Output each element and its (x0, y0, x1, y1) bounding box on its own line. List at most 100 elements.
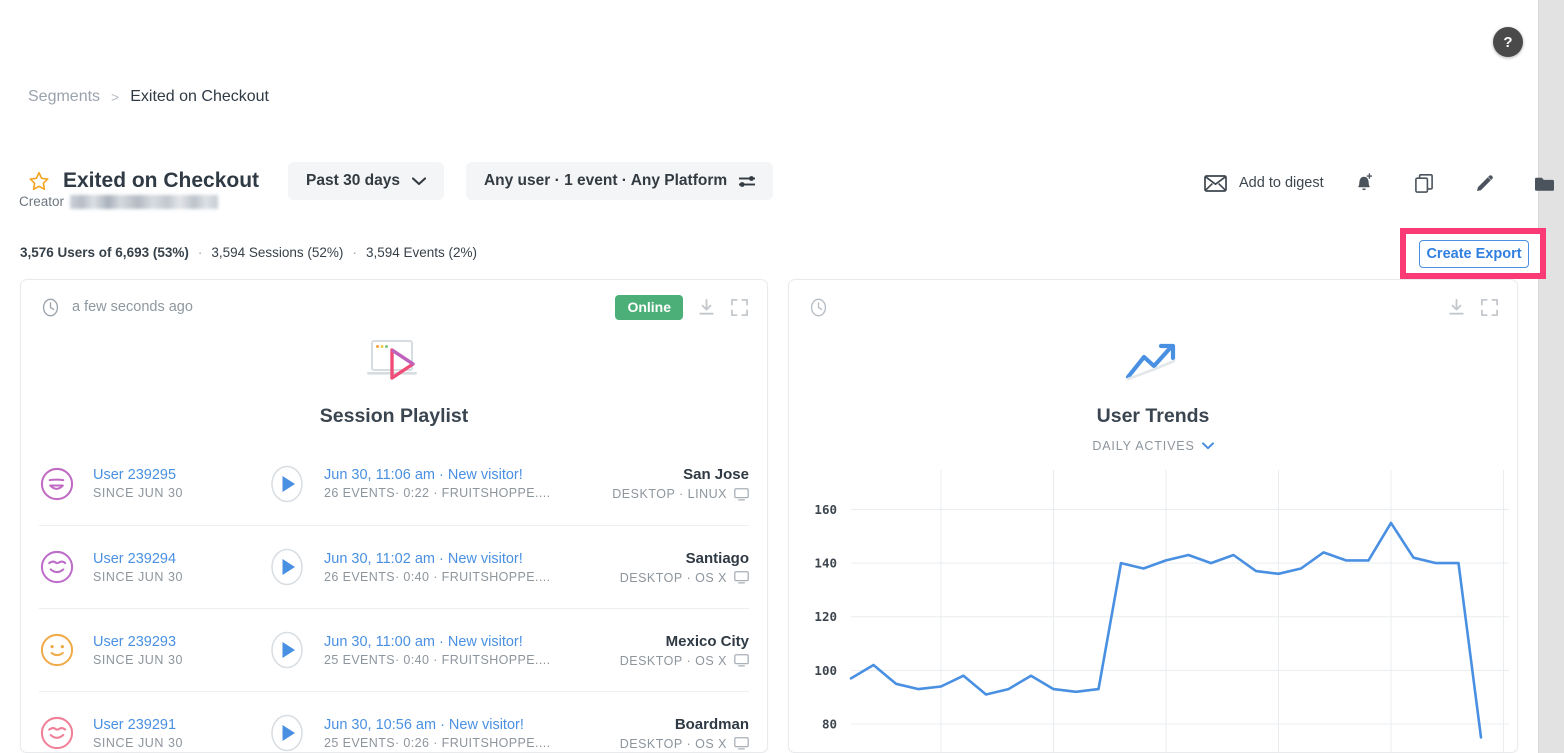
smiley-grin-avatar (40, 467, 74, 500)
stat-events: 3,594 Events (2%) (365, 245, 477, 260)
session-device: DESKTOP · OS X (620, 654, 749, 668)
pencil-icon (1476, 175, 1493, 191)
trends-panel-header (789, 280, 1517, 334)
fullscreen-icon[interactable] (730, 298, 749, 317)
stat-users: 3,576 Users of 6,693 (53%) (20, 245, 189, 260)
filter-label: Any user · 1 event · Any Platform (483, 172, 728, 189)
breadcrumb-separator-icon: > (111, 89, 120, 105)
session-user-since: SINCE JUN 30 (93, 569, 183, 584)
monitor-icon (734, 487, 749, 501)
session-user[interactable]: User 239295 SINCE JUN 30 (93, 467, 268, 500)
download-icon[interactable] (697, 298, 716, 317)
stat-separator-1: · (197, 245, 203, 260)
duplicate-button[interactable] (1406, 170, 1444, 196)
session-user[interactable]: User 239294 SINCE JUN 30 (93, 551, 268, 584)
date-range-label: Past 30 days (306, 172, 400, 189)
session-location: San Jose DESKTOP · LINUX (604, 466, 749, 501)
playlist-last-updated: a few seconds ago (72, 299, 193, 315)
session-list: User 239295 SINCE JUN 30 Jun 30, 11:06 am … (21, 442, 767, 752)
session-row[interactable]: User 239293 SINCE JUN 30 Jun 30, 11:00 am … (39, 608, 749, 691)
help-button[interactable]: ? (1493, 27, 1523, 57)
session-user-name[interactable]: User 239295 (93, 467, 268, 483)
download-icon[interactable] (1447, 298, 1466, 317)
bell-plus-icon (1358, 173, 1373, 191)
stat-separator-2: · (352, 245, 357, 260)
session-device-label: DESKTOP · OS X (619, 736, 727, 751)
clock-icon (42, 298, 59, 316)
trends-title: User Trends (1096, 405, 1210, 427)
session-meta: 25 EVENTS· 0:26 · FRUITSHOPPE.... (324, 735, 551, 750)
session-city: Santiago (685, 549, 749, 567)
session-row[interactable]: User 239295 SINCE JUN 30 Jun 30, 11:06 am … (39, 442, 749, 525)
play-icon[interactable] (268, 548, 306, 586)
session-city: San Jose (683, 466, 749, 483)
vertical-scrollbar[interactable] (1538, 0, 1564, 753)
smiley-neutral-avatar (40, 633, 74, 667)
star-outline-icon[interactable] (28, 170, 50, 192)
create-alert-button[interactable] (1346, 170, 1384, 196)
trend-up-icon (789, 336, 1517, 388)
breadcrumb-segments[interactable]: Segments (28, 88, 100, 106)
playlist-header-actions: Online (615, 280, 749, 334)
trends-hero: User Trends DAILY ACTIVES (789, 336, 1517, 453)
session-user-name[interactable]: User 239291 (93, 717, 268, 733)
add-to-digest-button[interactable]: Add to digest (1204, 174, 1324, 192)
y-axis-tick-label: 80 (822, 717, 837, 732)
filter-selector[interactable]: Any user · 1 event · Any Platform (465, 162, 774, 200)
session-meta: 26 EVENTS· 0:40 · FRUITSHOPPE.... (324, 569, 551, 584)
session-timestamp[interactable]: Jun 30, 10:56 am · New visitor! (324, 717, 612, 733)
chevron-down-icon (411, 176, 426, 185)
session-location: Boardman DESKTOP · OS X (612, 716, 749, 751)
session-user-name[interactable]: User 239293 (93, 634, 268, 650)
session-user[interactable]: User 239293 SINCE JUN 30 (93, 634, 268, 667)
session-location: Mexico City DESKTOP · OS X (612, 633, 749, 668)
user-trends-panel: User Trends DAILY ACTIVES 80 100 120 140 160 (788, 279, 1518, 753)
trends-metric-label: DAILY ACTIVES (1092, 439, 1195, 453)
y-axis-tick-label: 100 (814, 663, 837, 678)
session-device: DESKTOP · LINUX (612, 487, 749, 501)
creator-line: Creator (19, 194, 219, 209)
trends-line-chart: 80 100 120 140 160 (814, 470, 1509, 752)
play-icon[interactable] (268, 714, 306, 752)
status-badge[interactable]: Online (615, 294, 683, 320)
creator-label: Creator (19, 194, 65, 209)
session-city: Mexico City (665, 632, 749, 650)
trends-metric-selector[interactable]: DAILY ACTIVES (789, 439, 1517, 453)
app-page: ? Segments > Exited on Checkout Exited o… (0, 0, 1564, 753)
session-row[interactable]: User 239291 SINCE JUN 30 Jun 30, 10:56 am … (39, 691, 749, 752)
breadcrumb: Segments > Exited on Checkout (28, 88, 269, 106)
create-export-button[interactable]: Create Export (1419, 240, 1529, 268)
session-user-name[interactable]: User 239294 (93, 551, 268, 567)
session-playlist-icon (21, 336, 767, 388)
session-user-since: SINCE JUN 30 (93, 652, 183, 667)
play-icon[interactable] (268, 631, 306, 669)
envelope-icon (1204, 174, 1227, 192)
session-details[interactable]: Jun 30, 10:56 am · New visitor! 25 EVENTS… (324, 717, 612, 750)
session-timestamp[interactable]: Jun 30, 11:00 am · New visitor! (324, 634, 612, 650)
smiley-happy-avatar (40, 716, 74, 750)
folder-icon (1535, 177, 1555, 191)
session-timestamp[interactable]: Jun 30, 11:02 am · New visitor! (324, 551, 612, 567)
session-row[interactable]: User 239294 SINCE JUN 30 Jun 30, 11:02 am … (39, 525, 749, 608)
user-trends-chart[interactable]: 80 100 120 140 160 (789, 470, 1517, 752)
session-details[interactable]: Jun 30, 11:00 am · New visitor! 25 EVENTS… (324, 634, 612, 667)
session-user-since: SINCE JUN 30 (93, 735, 183, 750)
copy-icon (1415, 173, 1434, 193)
fullscreen-icon[interactable] (1480, 298, 1499, 317)
monitor-icon (734, 737, 749, 750)
archive-button[interactable] (1526, 170, 1564, 196)
session-details[interactable]: Jun 30, 11:06 am · New visitor! 26 EVENTS… (324, 467, 604, 500)
session-timestamp[interactable]: Jun 30, 11:06 am · New visitor! (324, 467, 604, 483)
play-icon[interactable] (268, 465, 306, 503)
monitor-icon (734, 654, 749, 667)
page-title: Exited on Checkout (63, 169, 260, 192)
date-range-selector[interactable]: Past 30 days (288, 162, 444, 200)
segment-stats: 3,576 Users of 6,693 (53%) · 3,594 Sessi… (20, 245, 477, 260)
edit-button[interactable] (1466, 170, 1504, 196)
session-user[interactable]: User 239291 SINCE JUN 30 (93, 717, 268, 750)
creator-value-redacted (70, 194, 219, 209)
stat-sessions: 3,594 Sessions (52%) (211, 245, 344, 260)
y-axis-tick-label: 120 (814, 609, 837, 624)
session-location: Santiago DESKTOP · OS X (612, 550, 749, 585)
session-details[interactable]: Jun 30, 11:02 am · New visitor! 26 EVENTS… (324, 551, 612, 584)
